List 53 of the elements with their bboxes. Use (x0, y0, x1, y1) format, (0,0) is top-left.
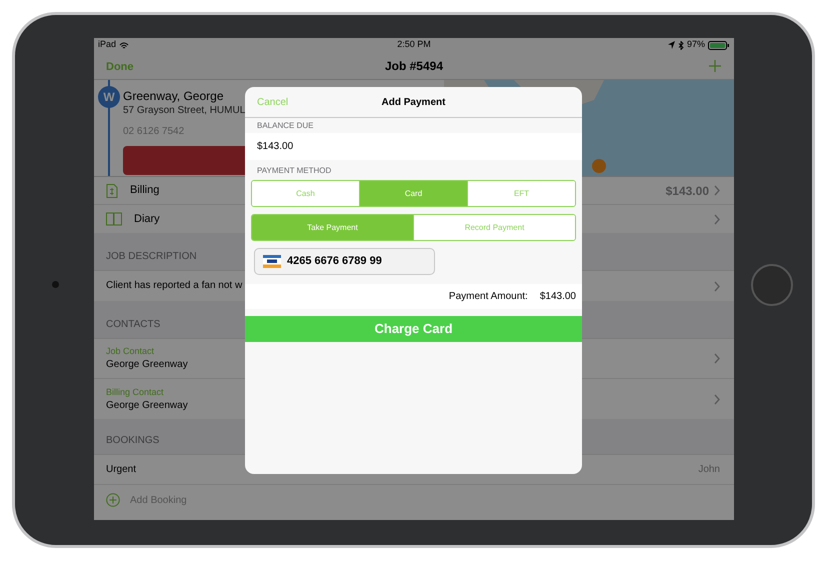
segment-tab[interactable]: Record Payment (413, 215, 575, 240)
screen-title: Job #5494 (384, 58, 444, 74)
section-header: CONTACTS (106, 318, 160, 332)
chevron-icon (714, 185, 720, 196)
wifi-icon (119, 42, 130, 48)
customer-name: Greenway, George (123, 88, 224, 104)
avatar-badge: W (98, 86, 120, 108)
amount-label: Payment Amount: (448, 290, 528, 304)
contact-name: George Greenway (106, 358, 189, 372)
row-value: John (698, 463, 720, 477)
segment-tab[interactable]: Cash (252, 181, 359, 206)
field-label: Job Contact (106, 345, 156, 358)
segment-tab[interactable]: Card (359, 181, 467, 206)
add-booking-link[interactable]: Add Booking (130, 492, 187, 508)
row-text: Urgent (106, 462, 138, 476)
section-header: PAYMENT METHOD (257, 165, 332, 177)
card-icon (263, 255, 281, 268)
chevron-icon (714, 353, 720, 364)
field-label: Billing Contact (106, 386, 165, 398)
section-header: BALANCE DUE (257, 120, 314, 132)
chevron-icon (714, 214, 720, 224)
location-icon (668, 41, 675, 49)
segment-tab[interactable]: EFT (467, 181, 575, 206)
customer-address: 57 Grayson Street, HUMUL (123, 104, 246, 118)
charge-card-button[interactable]: Charge Card (245, 316, 582, 342)
plus-icon (708, 58, 722, 72)
home-button[interactable] (751, 264, 793, 306)
section-header: BOOKINGS (106, 434, 160, 448)
done-button[interactable]: Done (106, 58, 134, 75)
bluetooth-icon (678, 40, 684, 50)
carrier-label: iPad (98, 38, 116, 52)
segment-tab[interactable]: Take Payment (252, 215, 413, 240)
book-icon (106, 212, 122, 226)
status-time: 2:50 PM (396, 38, 432, 52)
billing-amount: $143.00 (666, 182, 709, 200)
card-number: 4265 6676 6789 99 (287, 254, 382, 270)
dialog-title: Add Payment (382, 96, 446, 110)
chevron-icon (714, 394, 720, 404)
row-text: Client has reported a fan not w (106, 279, 244, 293)
document-icon (106, 184, 118, 198)
chevron-icon (714, 280, 720, 292)
add-button[interactable] (708, 58, 722, 72)
cancel-button[interactable]: Cancel (257, 94, 288, 110)
camera-icon (52, 281, 59, 288)
customer-phone: 02 6126 7542 (123, 125, 184, 139)
balance-amount: $143.00 (257, 140, 294, 154)
saved-card[interactable]: 4265 6676 6789 99 (254, 248, 435, 275)
contact-name: George Greenway (106, 398, 189, 412)
battery-percent: 97% (686, 38, 705, 52)
plus-circle-icon (106, 493, 120, 507)
battery-icon (708, 40, 730, 50)
amount-value: $143.00 (540, 290, 576, 304)
section-header: JOB DESCRIPTION (106, 250, 197, 264)
